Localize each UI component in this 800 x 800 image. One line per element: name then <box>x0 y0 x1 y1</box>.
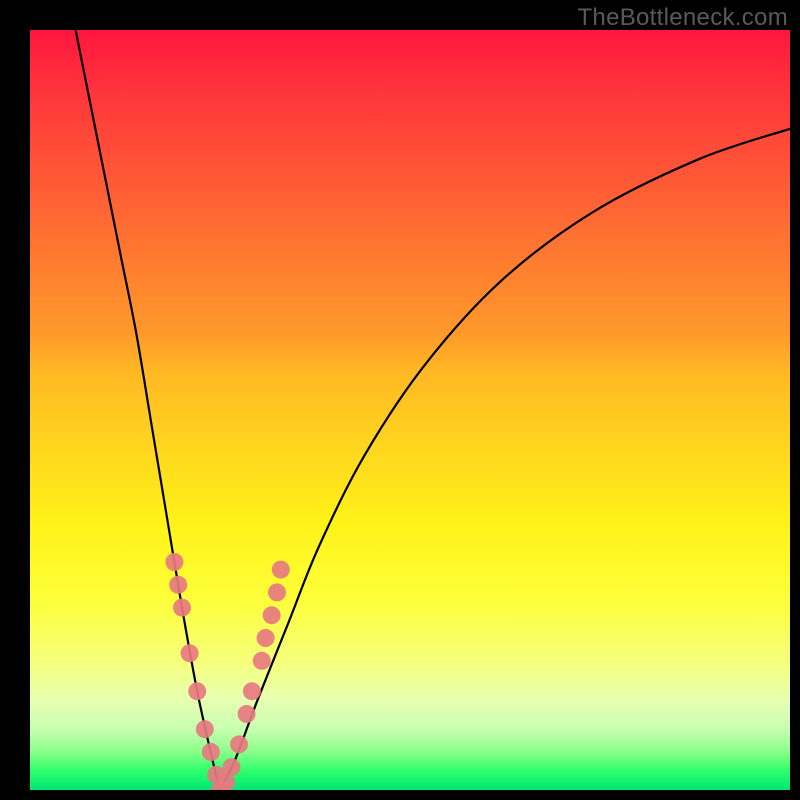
marker-dot <box>165 553 183 571</box>
curve-right-branch <box>220 129 790 790</box>
marker-dot <box>238 705 256 723</box>
marker-dot <box>222 758 240 776</box>
curve-left-branch <box>76 30 220 790</box>
marker-dot <box>230 735 248 753</box>
marker-dot <box>253 652 271 670</box>
marker-dot <box>263 606 281 624</box>
marker-dot <box>169 576 187 594</box>
marker-dot <box>188 682 206 700</box>
marker-dot <box>257 629 275 647</box>
marker-dot <box>181 644 199 662</box>
marker-dot <box>268 583 286 601</box>
watermark-text: TheBottleneck.com <box>577 4 788 32</box>
marker-dot <box>272 561 290 579</box>
marker-dot <box>196 720 214 738</box>
marker-dot <box>173 599 191 617</box>
plot-area <box>30 30 790 790</box>
marker-dot <box>202 743 220 761</box>
curve-layer <box>30 30 790 790</box>
chart-frame: TheBottleneck.com <box>0 0 800 800</box>
marker-dot <box>243 682 261 700</box>
bottleneck-curve <box>76 30 790 790</box>
marker-cluster <box>165 553 289 790</box>
